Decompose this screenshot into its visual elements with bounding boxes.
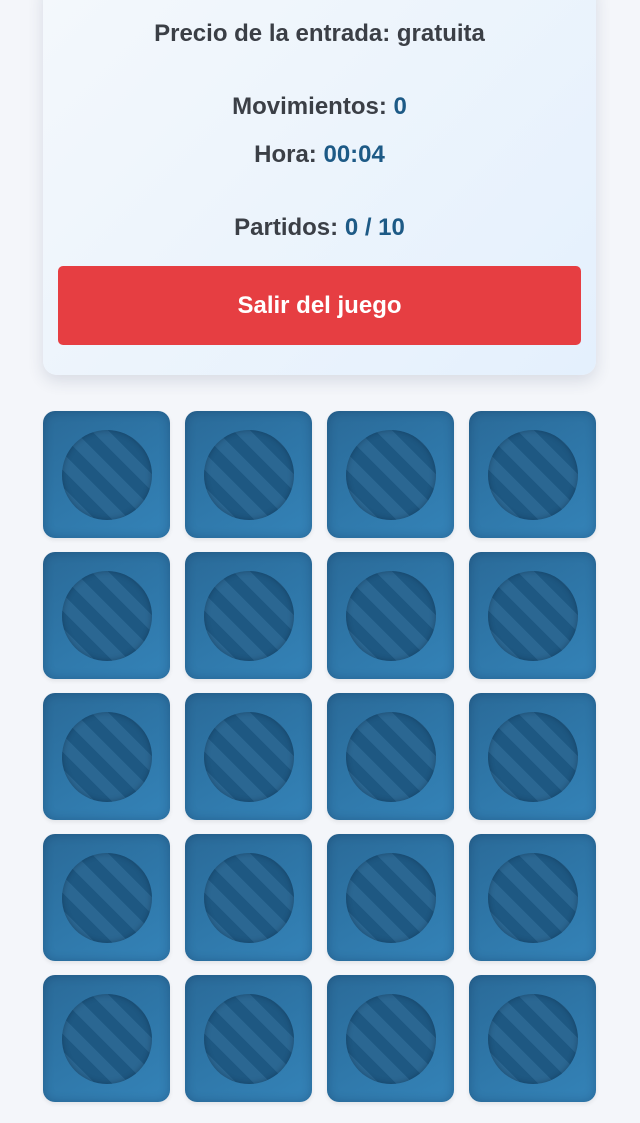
striped-disc-icon [61,852,152,943]
striped-disc-icon [203,993,294,1084]
memory-card[interactable] [185,834,312,961]
timer-label: Hora: [254,141,324,168]
card-board [43,411,596,1102]
striped-disc-icon [61,570,152,661]
memory-card[interactable] [185,693,312,820]
memory-card[interactable] [327,693,454,820]
striped-disc-icon [345,570,436,661]
game-status-panel: Precio de la entrada: gratuita Movimient… [43,0,596,375]
memory-card[interactable] [469,693,596,820]
striped-disc-icon [345,852,436,943]
striped-disc-icon [345,711,436,802]
striped-disc-icon [487,993,578,1084]
moves-counter: Movimientos: 0 [43,92,596,122]
striped-disc-icon [61,429,152,520]
memory-card[interactable] [469,552,596,679]
striped-disc-icon [487,429,578,520]
memory-card[interactable] [327,411,454,538]
striped-disc-icon [61,993,152,1084]
memory-card[interactable] [469,975,596,1102]
matches-value: 0 / 10 [344,214,405,241]
memory-card[interactable] [327,552,454,679]
memory-card[interactable] [185,411,312,538]
memory-card[interactable] [43,411,170,538]
striped-disc-icon [203,429,294,520]
moves-value: 0 [393,93,407,120]
entry-price: Precio de la entrada: gratuita [43,19,596,49]
striped-disc-icon [487,570,578,661]
striped-disc-icon [345,429,436,520]
memory-card[interactable] [327,975,454,1102]
memory-card[interactable] [43,552,170,679]
striped-disc-icon [487,711,578,802]
exit-game-button[interactable]: Salir del juego [58,266,581,345]
striped-disc-icon [487,852,578,943]
memory-card[interactable] [43,834,170,961]
entry-price-value: gratuita [396,20,485,47]
striped-disc-icon [61,711,152,802]
entry-price-label: Precio de la entrada: [154,20,397,47]
memory-card[interactable] [185,975,312,1102]
memory-card[interactable] [469,834,596,961]
matches-counter: Partidos: 0 / 10 [43,213,596,243]
timer: Hora: 00:04 [43,140,596,170]
timer-value: 00:04 [323,141,385,168]
memory-card[interactable] [43,975,170,1102]
striped-disc-icon [203,570,294,661]
memory-card[interactable] [327,834,454,961]
striped-disc-icon [203,711,294,802]
matches-label: Partidos: [234,214,345,241]
striped-disc-icon [203,852,294,943]
memory-card[interactable] [185,552,312,679]
memory-card[interactable] [469,411,596,538]
memory-card[interactable] [43,693,170,820]
moves-label: Movimientos: [232,93,394,120]
striped-disc-icon [345,993,436,1084]
